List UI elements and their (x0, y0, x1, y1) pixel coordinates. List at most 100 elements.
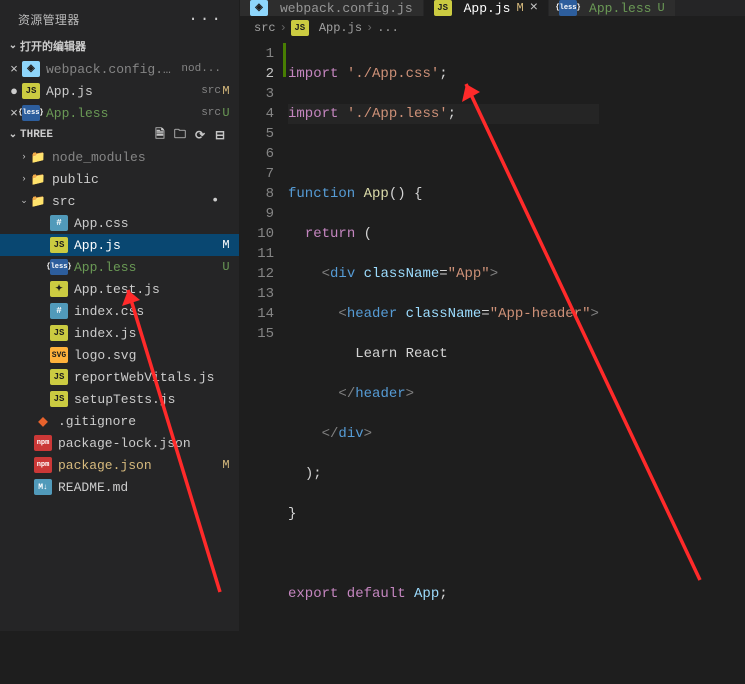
less-icon: {less} (559, 0, 577, 16)
npm-icon: npm (34, 457, 52, 473)
file-label: index.js (74, 326, 221, 341)
file-label: package-lock.json (58, 436, 221, 451)
open-editors-header[interactable]: ⌄ 打开的编辑器 (0, 34, 239, 58)
chevron-down-icon: ⌄ (6, 129, 20, 141)
npm-icon: npm (34, 435, 52, 451)
chevron-icon: › (18, 152, 30, 162)
js-icon: JS (50, 237, 68, 253)
breadcrumb[interactable]: src › JS App.js › ... (240, 16, 745, 40)
file-label: .gitignore (58, 414, 221, 429)
file-item[interactable]: M↓README.md (0, 476, 239, 498)
breadcrumb-more: ... (377, 21, 399, 35)
file-item[interactable]: JS reportWebVitals.js (0, 366, 239, 388)
sidebar-header: 资源管理器 ··· (0, 0, 239, 34)
file-label: index.css (74, 304, 221, 319)
breadcrumb-file: App.js (319, 21, 362, 35)
chevron-icon: ⌄ (18, 196, 30, 206)
editor-tab[interactable]: ◈webpack.config.js (240, 0, 424, 16)
explorer-sidebar: 资源管理器 ··· ⌄ 打开的编辑器 ×◈webpack.config.jsno… (0, 0, 240, 631)
css-icon: # (50, 215, 68, 231)
file-label: package.json (58, 458, 221, 473)
file-item[interactable]: # App.css (0, 212, 239, 234)
file-label: setupTests.js (74, 392, 221, 407)
code-content[interactable]: import './App.css'; import './App.less';… (288, 40, 599, 684)
editor-tab[interactable]: {less} App.less U (549, 0, 676, 16)
file-label: App.css (74, 216, 221, 231)
file-item[interactable]: npm package.jsonM (0, 454, 239, 476)
new-folder-icon[interactable]: 🗀 (173, 128, 187, 142)
vcs-status: M (221, 238, 239, 252)
file-item[interactable]: JS index.js (0, 322, 239, 344)
file-label: node_modules (52, 150, 221, 165)
chevron-right-icon: › (366, 21, 373, 35)
tab-label: App.less (589, 1, 651, 16)
breadcrumb-root: src (254, 21, 276, 35)
dirty-dot-icon[interactable]: ● (8, 84, 20, 99)
file-item[interactable]: ◆ .gitignore (0, 410, 239, 432)
code-area[interactable]: 123456789101112131415 import './App.css'… (240, 40, 745, 684)
file-meta: src (201, 107, 221, 119)
vcs-status: M (221, 84, 239, 98)
folder-item[interactable]: ›📁public (0, 168, 239, 190)
file-item[interactable]: SVG logo.svg (0, 344, 239, 366)
js-icon: JS (22, 83, 40, 99)
collapse-icon[interactable]: ⊟ (213, 128, 227, 142)
svg-icon: SVG (50, 347, 68, 363)
css-icon: # (50, 303, 68, 319)
less-icon: {less} (50, 259, 68, 275)
vcs-status: U (221, 106, 239, 120)
js-icon: JS (50, 369, 68, 385)
refresh-icon[interactable]: ⟳ (193, 128, 207, 142)
git-icon: ◆ (34, 413, 52, 429)
new-file-icon[interactable]: 🗎 (153, 128, 167, 142)
line-gutter: 123456789101112131415 (240, 40, 288, 684)
file-tree: ›📁node_modules›📁public⌄📁src•#App.cssJSAp… (0, 146, 239, 498)
file-label: reportWebVitals.js (74, 370, 221, 385)
file-label: App.less (74, 260, 221, 275)
file-meta: src (201, 85, 221, 97)
more-icon[interactable]: ··· (188, 10, 223, 28)
folder-item[interactable]: ⌄📁 src• (0, 190, 239, 212)
chevron-down-icon: ⌄ (6, 40, 20, 52)
open-editor-item[interactable]: ×◈webpack.config.jsnod... (0, 58, 239, 80)
file-label: App.less (46, 106, 197, 121)
open-editor-item[interactable]: ●JSApp.jssrcM (0, 80, 239, 102)
chevron-icon: › (18, 174, 30, 184)
project-name: THREE (20, 129, 153, 141)
file-label: public (52, 172, 221, 187)
webpack-icon: ◈ (22, 61, 40, 77)
less-icon: {less} (22, 105, 40, 121)
file-label: src (52, 194, 211, 209)
js-icon: JS (50, 325, 68, 341)
project-header[interactable]: ⌄ THREE 🗎 🗀 ⟳ ⊟ (0, 124, 239, 146)
file-label: README.md (58, 480, 221, 495)
folder-green-icon: 📁 (30, 150, 46, 164)
js-icon: JS (291, 20, 309, 36)
tab-label: App.js (464, 1, 511, 16)
folder-item[interactable]: ›📁 node_modules (0, 146, 239, 168)
close-icon[interactable]: × (8, 62, 20, 77)
file-item[interactable]: npm package-lock.json (0, 432, 239, 454)
close-icon[interactable]: × (530, 0, 538, 16)
vcs-status: U (221, 260, 239, 274)
file-label: logo.svg (74, 348, 221, 363)
folder-green-icon: 📁 (30, 194, 46, 208)
file-item[interactable]: {less} App.lessU (0, 256, 239, 278)
open-editor-item[interactable]: ×{less}App.lesssrcU (0, 102, 239, 124)
file-item[interactable]: JS App.jsM (0, 234, 239, 256)
editor-tab[interactable]: JSApp.jsM× (424, 0, 549, 16)
file-item[interactable]: ✦App.test.js (0, 278, 239, 300)
test-icon: ✦ (50, 281, 68, 297)
file-item[interactable]: JSsetupTests.js (0, 388, 239, 410)
file-label: App.js (74, 238, 221, 253)
file-item[interactable]: # index.css (0, 300, 239, 322)
vcs-status: M (516, 1, 523, 15)
webpack-icon: ◈ (250, 0, 268, 16)
vcs-status: M (221, 458, 239, 472)
editor-tabs: ◈webpack.config.jsJSApp.jsM×{less}App.le… (240, 0, 745, 16)
vcs-status: U (657, 1, 664, 15)
modified-dot-icon: • (211, 196, 221, 206)
open-editors-label: 打开的编辑器 (20, 38, 233, 54)
diff-add-indicator (283, 43, 286, 77)
file-meta: nod... (181, 63, 221, 75)
